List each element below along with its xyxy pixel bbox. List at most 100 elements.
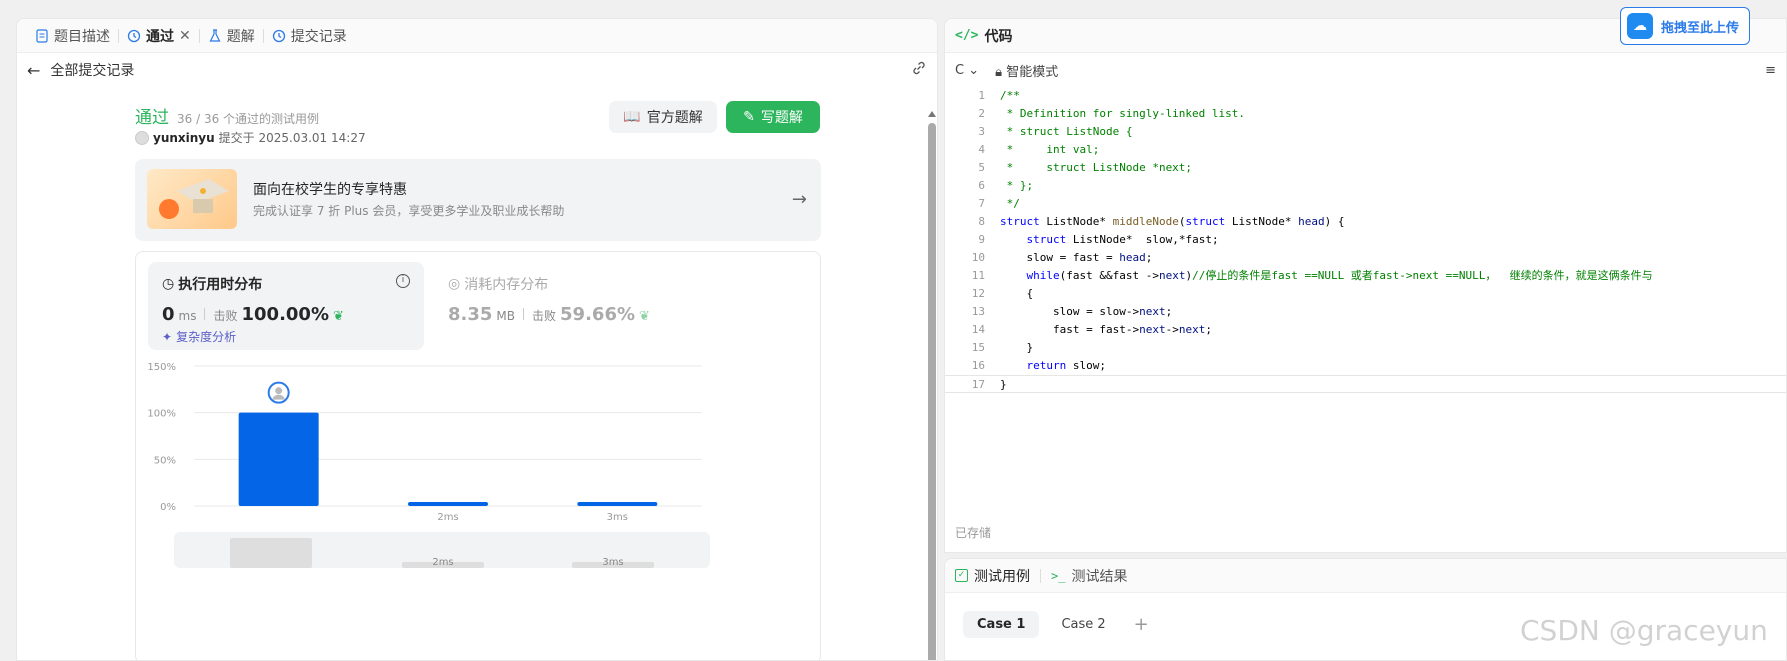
memory-values: 8.35 MB 击败 59.66% ❦ — [448, 304, 650, 325]
code-line[interactable]: 6 * }; — [945, 177, 1786, 195]
back-arrow-icon[interactable]: ← — [27, 61, 40, 80]
student-promo-banner[interactable]: 面向在校学生的专享特惠 完成认证享 7 折 Plus 会员，享受更多学业及职业成… — [135, 159, 821, 241]
info-icon[interactable]: i — [396, 274, 410, 288]
code-line[interactable]: 7 */ — [945, 195, 1786, 213]
line-number: 5 — [978, 161, 985, 174]
memory-beat-label: 击败 — [532, 309, 557, 323]
code-text: slow = slow->next; — [1000, 305, 1173, 318]
code-text: * Definition for singly-linked list. — [1000, 107, 1246, 120]
status-label: 通过 — [135, 108, 169, 128]
code-text: /** — [1000, 89, 1020, 102]
format-icon[interactable]: ≡ — [1765, 63, 1776, 78]
flask-icon — [209, 28, 221, 42]
tab-solutions[interactable]: 题解 — [200, 26, 263, 46]
scroll-thumb[interactable] — [928, 123, 936, 660]
line-number: 10 — [971, 251, 985, 264]
laurel-icon: ❦ — [333, 309, 344, 324]
promo-title: 面向在校学生的专享特惠 — [253, 182, 407, 198]
status-row: 通过 36 / 36 个通过的测试用例 — [135, 103, 319, 128]
runtime-values: 0 ms 击败 100.00% ❦ — [162, 304, 344, 325]
link-icon[interactable] — [911, 60, 927, 80]
tab-description[interactable]: 题目描述 — [27, 26, 118, 46]
code-line[interactable]: 10 slow = fast = head; — [945, 249, 1786, 267]
submission-detail: 通过 36 / 36 个通过的测试用例 yunxinyu 提交于 2025.03… — [17, 89, 937, 660]
lock-icon: 🔒︎ — [995, 64, 1003, 80]
runtime-metric[interactable]: ◷ 执行用时分布 i 0 ms 击败 100.00% ❦ ✦ 复杂度分析 — [148, 262, 424, 350]
editor-toolbar: C ⌄ 🔒︎ 智能模式 ≡ — [945, 53, 1786, 87]
code-editor[interactable]: 1 /** 2 * Definition for singly-linked lis… — [945, 87, 1786, 507]
scroll-up-arrow[interactable] — [928, 111, 936, 117]
memory-metric-title[interactable]: ◎ 消耗内存分布 — [448, 274, 548, 294]
code-text: while(fast &&fast ->next)//停止的条件是fast ==… — [1026, 269, 1653, 282]
case-tab-2[interactable]: Case 2 — [1047, 611, 1119, 638]
write-solution-button[interactable]: ✎ 写题解 — [726, 101, 820, 133]
author-name[interactable]: yunxinyu — [153, 131, 215, 145]
line-number: 14 — [971, 323, 985, 336]
sparkle-icon: ✦ — [162, 329, 173, 344]
mini-tick-label: 2ms — [432, 557, 453, 568]
line-number: 9 — [978, 233, 985, 246]
code-line[interactable]: 13 slow = slow->next; — [945, 303, 1786, 321]
code-line[interactable]: 11 while(fast &&fast ->next)//停止的条件是fast… — [945, 267, 1786, 285]
language-select[interactable]: C ⌄ — [955, 63, 979, 78]
close-icon[interactable]: ✕ — [179, 28, 191, 44]
code-text: * }; — [1000, 179, 1034, 192]
left-scrollbar[interactable] — [927, 111, 937, 660]
line-number: 7 — [978, 197, 985, 210]
code-line[interactable]: 3 * struct ListNode { — [945, 123, 1786, 141]
author-row: yunxinyu 提交于 2025.03.01 14:27 — [135, 129, 366, 146]
runtime-unit: ms — [178, 309, 197, 323]
runtime-title: ◷ 执行用时分布 — [162, 274, 262, 294]
chart-range-overview[interactable]: 2ms 3ms — [174, 532, 710, 568]
test-panel-tabs: ✓ 测试用例 >_ 测试结果 — [945, 559, 1786, 593]
tab-description-label: 题目描述 — [54, 28, 110, 45]
code-text: * int val; — [1000, 143, 1100, 156]
code-line[interactable]: 12 { — [945, 285, 1786, 303]
code-line[interactable]: 14 fast = fast->next->next; — [945, 321, 1786, 339]
drag-upload-badge[interactable]: ☁ 拖拽至此上传 — [1620, 7, 1750, 45]
code-line[interactable]: 5 * struct ListNode *next; — [945, 159, 1786, 177]
line-number: 15 — [971, 341, 985, 354]
left-tabbar: 题目描述 通过 ✕ 题解 提交记录 — [17, 19, 937, 53]
memory-title-text: 消耗内存分布 — [464, 277, 549, 293]
code-line[interactable]: 8 struct ListNode* middleNode(struct List… — [945, 213, 1786, 231]
chart-bar[interactable] — [408, 502, 488, 506]
submit-time: 提交于 2025.03.01 14:27 — [218, 131, 366, 145]
code-line[interactable]: 1 /** — [945, 87, 1786, 105]
code-text: * struct ListNode { — [1000, 125, 1133, 138]
code-line[interactable]: 4 * int val; — [945, 141, 1786, 159]
complexity-analysis-link[interactable]: ✦ 复杂度分析 — [162, 328, 236, 345]
language-value: C — [955, 62, 965, 78]
y-tick-label: 150% — [147, 362, 176, 373]
code-line[interactable]: 15 } — [945, 339, 1786, 357]
runtime-beat-value: 100.00% — [241, 304, 330, 325]
code-line[interactable]: 17} — [945, 375, 1786, 393]
submission-subbar: ← 全部提交记录 — [17, 53, 937, 87]
line-number: 1 — [978, 89, 985, 102]
tab-testcases[interactable]: ✓ 测试用例 — [955, 566, 1030, 586]
arrow-right-icon[interactable]: → — [792, 189, 807, 210]
mini-overview-chart[interactable]: 2ms 3ms — [174, 532, 710, 568]
avatar[interactable] — [135, 130, 149, 145]
tab-results[interactable]: >_ 测试结果 — [1051, 566, 1127, 586]
upload-badge-label: 拖拽至此上传 — [1661, 20, 1740, 36]
tab-solutions-label: 题解 — [226, 28, 255, 45]
code-line[interactable]: 16 return slow; — [945, 357, 1786, 375]
code-line[interactable]: 2 * Definition for singly-linked list. — [945, 105, 1786, 123]
code-text: } — [1000, 341, 1034, 354]
chevron-down-icon: ⌄ — [968, 62, 980, 78]
add-case-icon[interactable]: + — [1134, 614, 1149, 635]
checkbox-icon: ✓ — [955, 569, 968, 582]
chart-bar[interactable] — [577, 502, 658, 506]
case-tab-1[interactable]: Case 1 — [963, 611, 1040, 638]
chart-bar[interactable] — [238, 412, 319, 506]
code-line[interactable]: 9 struct ListNode* slow,*fast; — [945, 231, 1786, 249]
tab-submissions[interactable]: 提交记录 — [264, 26, 355, 46]
tab-separator — [1040, 568, 1041, 583]
tab-passed[interactable]: 通过 ✕ — [119, 26, 199, 46]
line-number: 11 — [971, 269, 985, 282]
all-submissions-link[interactable]: 全部提交记录 — [50, 60, 134, 80]
official-solution-button[interactable]: 📖 官方题解 — [609, 101, 717, 133]
smart-mode[interactable]: 🔒︎ 智能模式 — [995, 61, 1058, 80]
code-brackets-icon: </> — [955, 28, 979, 43]
